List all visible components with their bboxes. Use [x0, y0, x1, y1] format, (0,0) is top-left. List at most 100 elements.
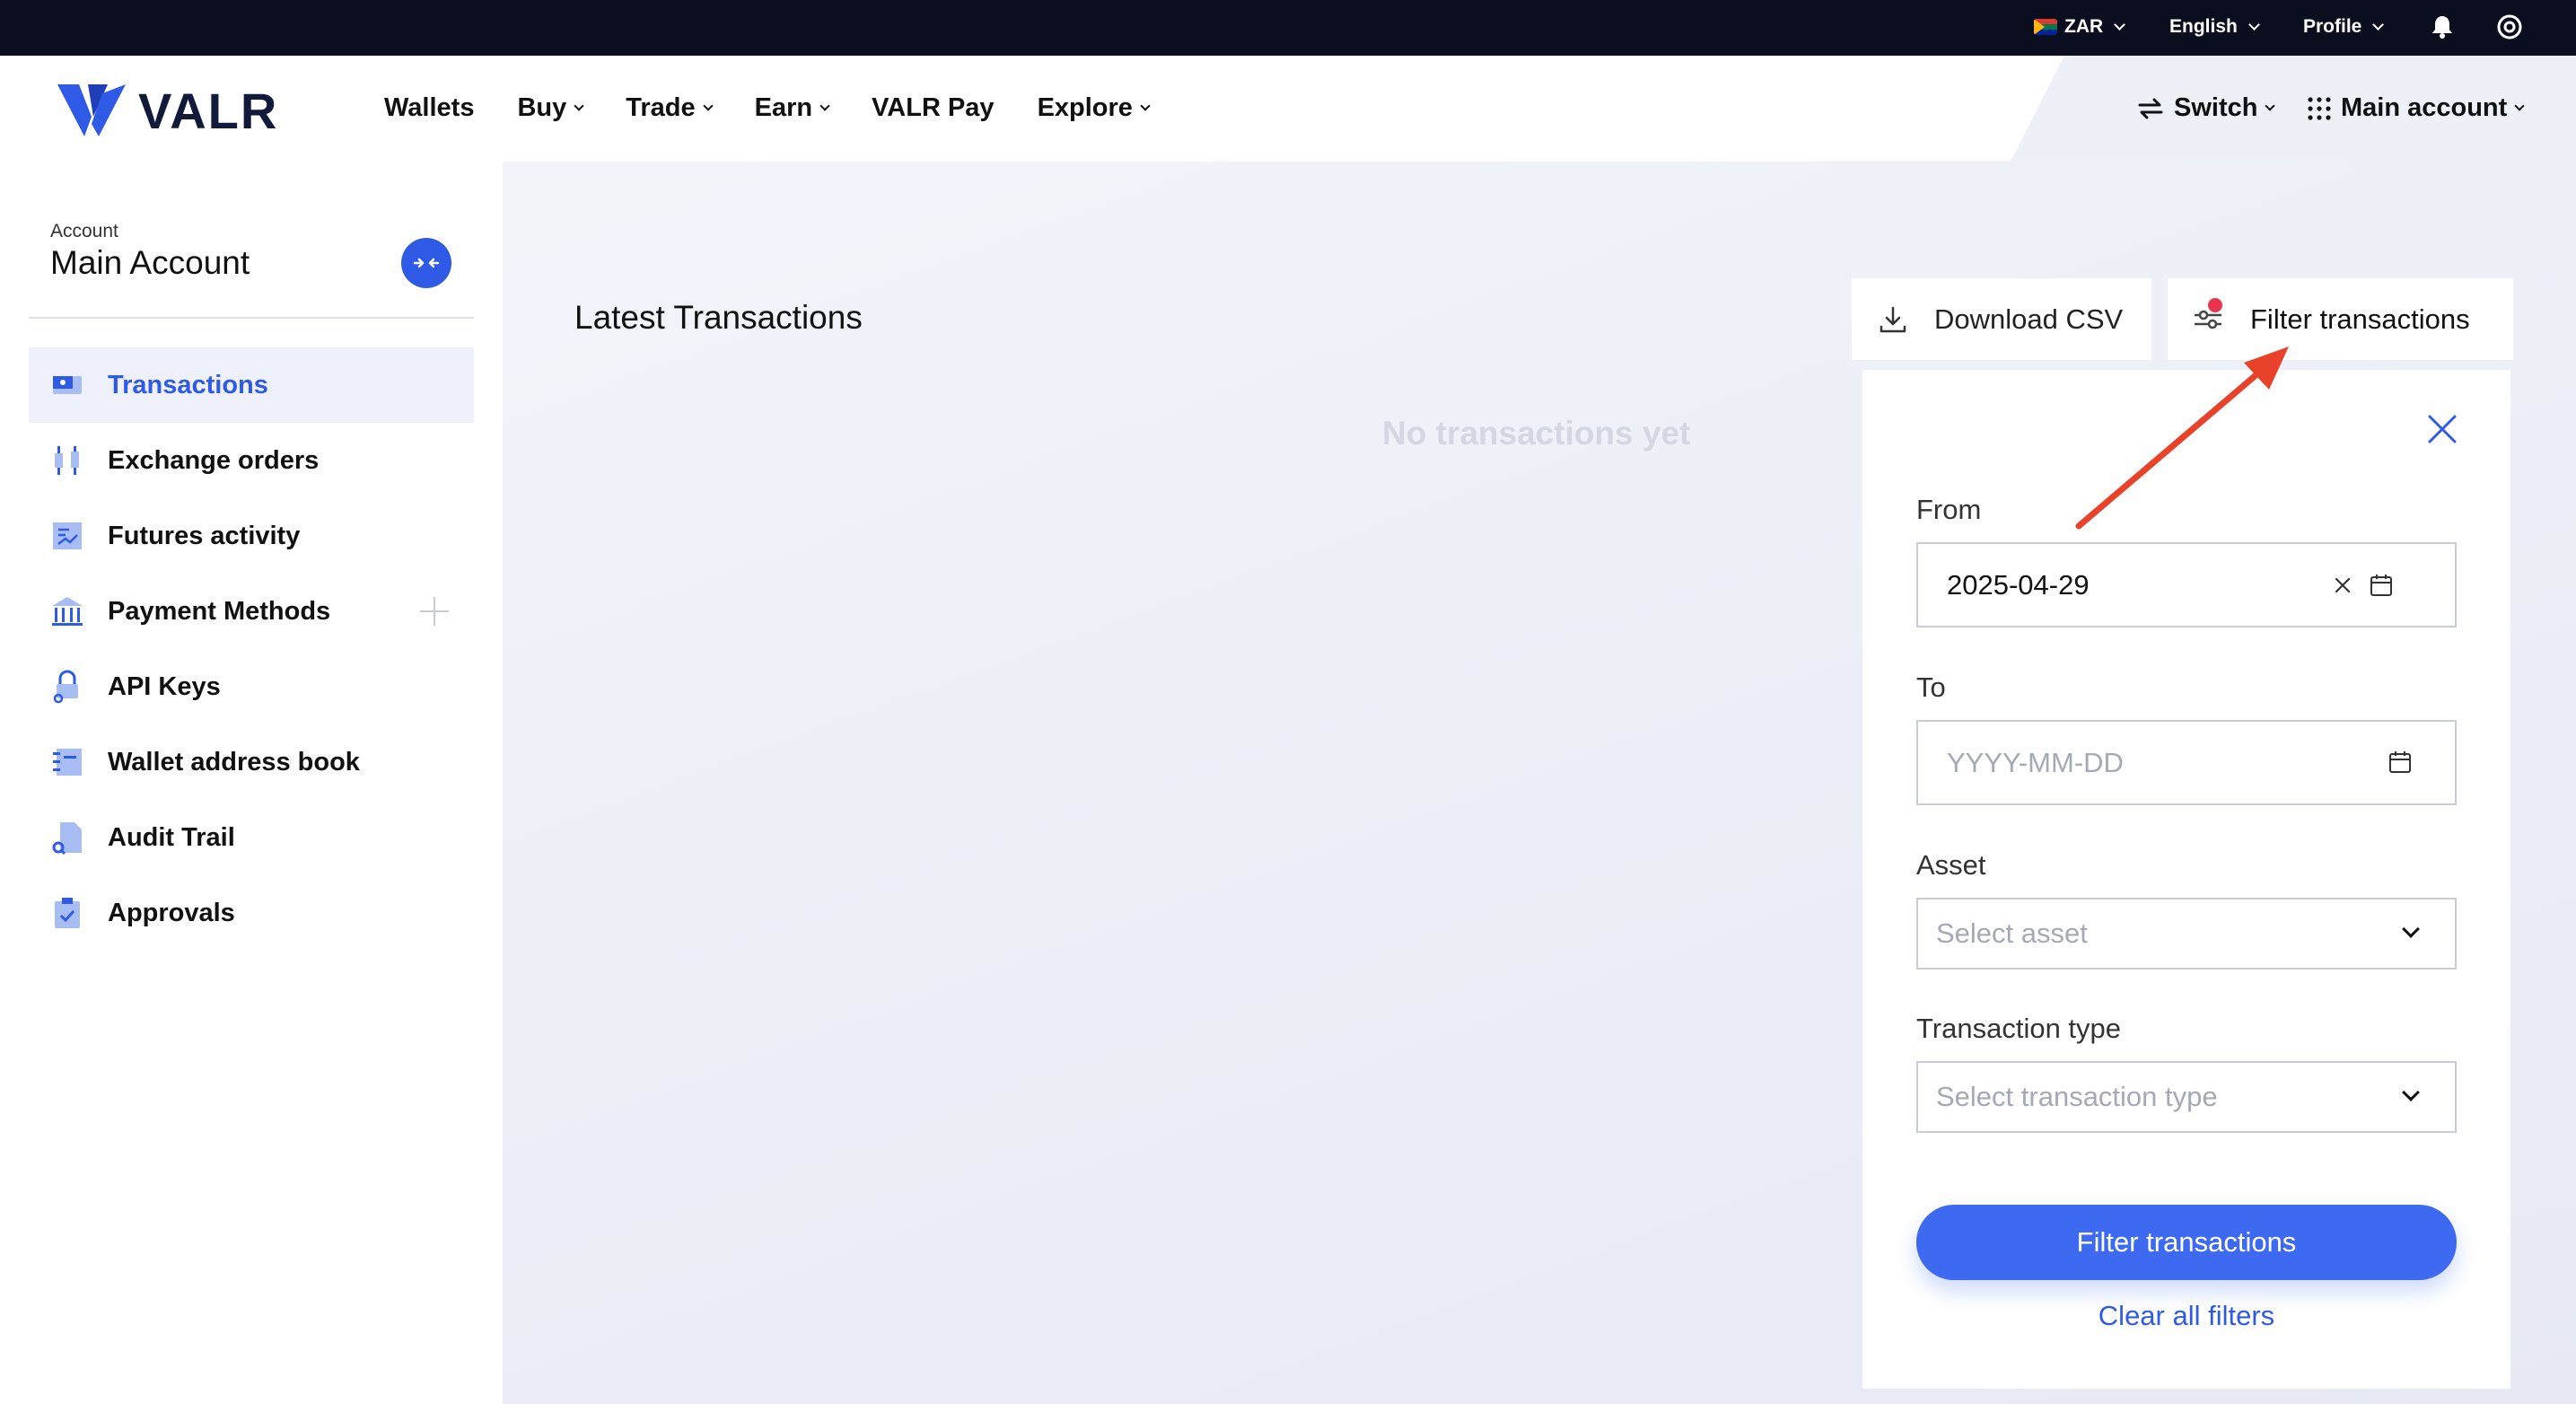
sidebar-item-api-keys[interactable]: API Keys	[29, 649, 474, 724]
nav-label: Buy	[517, 93, 567, 122]
download-csv-button[interactable]: Download CSV	[1852, 278, 2151, 360]
notifications-button[interactable]	[2431, 14, 2454, 39]
close-filter-panel-button[interactable]	[2426, 413, 2458, 445]
asset-label: Asset	[1916, 849, 1986, 881]
nav-explore[interactable]: Explore	[1037, 93, 1151, 123]
sidebar: Account Main Account Transactions Exchan…	[0, 162, 503, 1404]
transaction-type-placeholder: Select transaction type	[1936, 1081, 2218, 1112]
chevron-down-icon	[2372, 18, 2385, 31]
divider	[29, 317, 474, 319]
sidebar-item-label: Transactions	[108, 370, 268, 399]
valr-logo-icon	[57, 84, 126, 136]
calendar-icon[interactable]	[2370, 574, 2393, 597]
filter-panel: From To Asset Select asset Transaction t…	[1862, 370, 2510, 1389]
main-nav: Wallets Buy Trade Earn VALR Pay Explore	[384, 93, 1192, 123]
sidebar-item-label: Wallet address book	[108, 747, 360, 777]
page-title: Latest Transactions	[574, 299, 863, 336]
account-label: Main account	[2341, 93, 2508, 122]
currency-label: ZAR	[2064, 16, 2104, 37]
filter-transactions-toggle[interactable]: Filter transactions	[2168, 278, 2513, 360]
clipboard-check-icon	[50, 896, 84, 930]
switch-menu[interactable]: Switch	[2136, 93, 2276, 123]
calendar-icon[interactable]	[2388, 750, 2412, 774]
nav-earn[interactable]: Earn	[754, 93, 830, 123]
sidebar-item-approvals[interactable]: Approvals	[29, 875, 474, 951]
nav-trade[interactable]: Trade	[626, 93, 714, 123]
sidebar-item-label: Payment Methods	[108, 596, 331, 626]
close-icon	[2428, 415, 2457, 443]
language-label: English	[2169, 16, 2238, 37]
grid-dots-icon	[2308, 96, 2331, 120]
account-name: Main Account	[50, 244, 250, 281]
sidebar-item-futures-activity[interactable]: Futures activity	[29, 498, 474, 574]
sidebar-item-payment-methods[interactable]: Payment Methods	[29, 574, 474, 649]
chevron-down-icon	[2402, 1084, 2420, 1101]
download-csv-label: Download CSV	[1934, 303, 2124, 335]
collapse-sidebar-button[interactable]	[401, 238, 451, 288]
sidebar-item-label: Futures activity	[108, 521, 301, 550]
sidebar-menu: Transactions Exchange orders Futures act…	[29, 347, 474, 951]
nav-label: Explore	[1037, 93, 1133, 122]
to-label: To	[1916, 671, 1946, 703]
clear-date-icon[interactable]	[2334, 576, 2352, 594]
to-date-input[interactable]	[1916, 720, 2457, 805]
nav-label: Earn	[754, 93, 813, 122]
chevron-down-icon	[574, 100, 584, 111]
to-date-actions	[2388, 750, 2412, 774]
add-payment-method-icon[interactable]	[420, 597, 449, 626]
empty-state-message: No transactions yet	[1382, 415, 1691, 452]
main-header: VALR Wallets Buy Trade Earn VALR Pay Exp…	[0, 56, 2576, 162]
at-sign-icon	[2497, 14, 2522, 39]
transaction-type-label: Transaction type	[1916, 1013, 2122, 1044]
nav-wallets[interactable]: Wallets	[384, 93, 474, 123]
nav-label: VALR Pay	[872, 93, 994, 122]
address-book-icon	[50, 745, 84, 779]
clear-all-filters-link[interactable]: Clear all filters	[1862, 1300, 2510, 1332]
language-selector[interactable]: English	[2169, 16, 2260, 38]
chevron-down-icon	[702, 100, 714, 111]
sidebar-item-wallet-address-book[interactable]: Wallet address book	[29, 724, 474, 800]
south-africa-flag-icon	[2034, 19, 2057, 35]
account-caption: Account	[50, 221, 118, 241]
support-button[interactable]	[2496, 13, 2523, 40]
chevron-down-icon	[819, 100, 830, 111]
apply-filters-button[interactable]: Filter transactions	[1916, 1205, 2457, 1280]
profile-menu[interactable]: Profile	[2303, 16, 2385, 38]
nav-label: Wallets	[384, 93, 475, 122]
nav-buy[interactable]: Buy	[517, 93, 584, 123]
nav-label: Trade	[626, 93, 696, 122]
transaction-type-select[interactable]: Select transaction type	[1916, 1061, 2457, 1133]
collapse-arrows-icon	[413, 258, 440, 268]
currency-selector[interactable]: ZAR	[2034, 16, 2126, 38]
profile-label: Profile	[2303, 16, 2362, 37]
download-icon	[1879, 306, 1906, 332]
nav-valr-pay[interactable]: VALR Pay	[872, 93, 994, 123]
logo-text: VALR	[138, 82, 279, 139]
valr-logo[interactable]: VALR	[56, 81, 278, 140]
sidebar-item-audit-trail[interactable]: Audit Trail	[29, 800, 474, 875]
chevron-down-icon	[2514, 100, 2525, 111]
futures-icon	[50, 519, 84, 553]
chevron-down-icon	[2402, 920, 2420, 938]
asset-select-placeholder: Select asset	[1936, 917, 2088, 949]
chevron-down-icon	[2114, 18, 2126, 31]
key-lock-icon	[50, 670, 84, 704]
sidebar-item-transactions[interactable]: Transactions	[29, 347, 474, 423]
filter-transactions-label: Filter transactions	[2250, 303, 2470, 335]
bell-icon	[2432, 16, 2452, 39]
candles-icon	[50, 443, 84, 478]
chevron-down-icon	[2265, 100, 2276, 111]
account-menu[interactable]: Main account	[2307, 93, 2525, 123]
sidebar-item-label: Audit Trail	[108, 822, 235, 852]
sidebar-item-label: Exchange orders	[108, 445, 320, 475]
sidebar-item-exchange-orders[interactable]: Exchange orders	[29, 423, 474, 498]
sidebar-item-label: API Keys	[108, 671, 221, 701]
sidebar-item-label: Approvals	[108, 898, 235, 927]
switch-label: Switch	[2174, 93, 2258, 122]
transactions-icon	[50, 368, 84, 402]
chevron-down-icon	[1140, 100, 1151, 111]
audit-icon	[50, 820, 84, 855]
asset-select[interactable]: Select asset	[1916, 898, 2457, 970]
chevron-down-icon	[2247, 18, 2260, 31]
main-content: Latest Transactions No transactions yet …	[503, 162, 2576, 1404]
